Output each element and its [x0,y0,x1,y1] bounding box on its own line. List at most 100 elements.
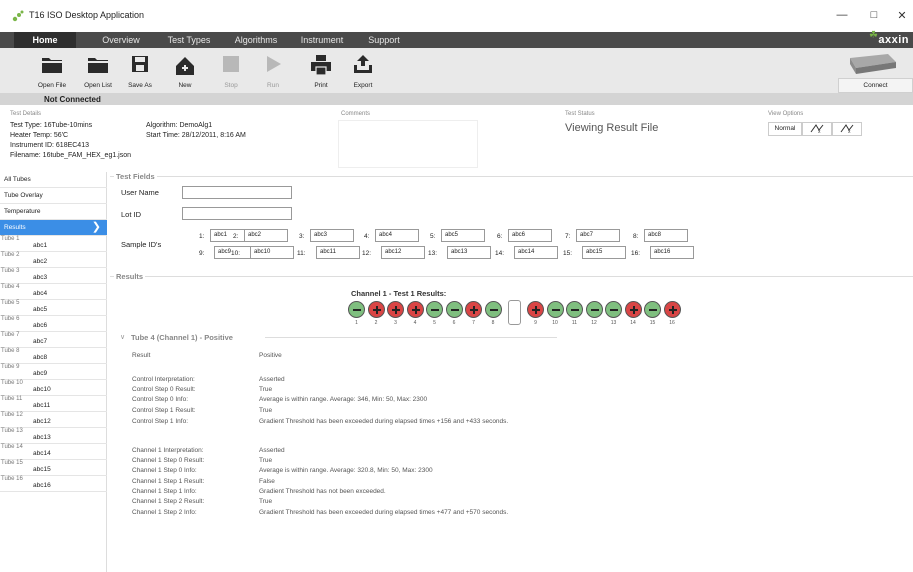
sidebar-tube-item[interactable]: Tube 16 abc16 [0,476,107,492]
print-button[interactable]: Print [309,48,333,94]
positive-tube-icon[interactable] [406,301,424,318]
negative-tube-icon[interactable] [585,301,603,318]
view-derivative-button[interactable]: x [802,122,832,136]
sample-id-number: 6: [497,233,503,240]
menu-overview[interactable]: Overview [94,32,148,48]
sample-id-input[interactable]: abc8 [644,229,688,242]
negative-tube-icon[interactable] [348,301,365,318]
sidebar-tube-item[interactable]: Tube 6 abc6 [0,316,107,332]
positive-tube-icon[interactable] [663,301,681,318]
menu-home[interactable]: Home [14,32,76,48]
sidebar-tube-item[interactable]: Tube 8 abc8 [0,348,107,364]
sidebar-tube-item[interactable]: Tube 13 abc13 [0,428,107,444]
sample-id-number: 14: [495,250,505,257]
sample-id-input[interactable]: abc13 [447,246,491,259]
negative-tube-icon[interactable] [644,301,661,318]
sidebar-tube-item[interactable]: Tube 9 abc9 [0,364,107,380]
sample-id-input[interactable]: abc5 [441,229,485,242]
menu-test-types[interactable]: Test Types [162,32,216,48]
comments-box[interactable] [338,120,478,168]
sample-id-input[interactable]: abc10 [250,246,294,259]
save-as-button[interactable]: Save As [128,48,152,94]
positive-tube-icon[interactable] [367,301,385,318]
sidebar-tube-item[interactable]: Tube 2 abc2 [0,252,107,268]
sample-id-input[interactable]: abc7 [576,229,620,242]
negative-tube-icon[interactable] [484,301,502,318]
maximize-button[interactable]: □ [863,6,885,24]
sidebar-tube-item[interactable]: Tube 10 abc10 [0,380,107,396]
export-button[interactable]: Export [351,48,375,94]
menu-instrument[interactable]: Instrument [294,32,350,48]
sidebar-item-results[interactable]: Results ❯ [0,220,107,236]
negative-tube-icon[interactable] [605,301,622,318]
sidebar-tube-item[interactable]: Tube 15 abc15 [0,460,107,476]
lot-id-input[interactable] [182,207,292,220]
sample-id-input[interactable]: abc6 [508,229,552,242]
view-second-derivative-button[interactable]: x [832,122,862,136]
tube-index-label: 1 [355,320,358,326]
sample-id-input[interactable]: abc12 [381,246,425,259]
view-options-header: View Options [768,111,804,117]
positive-tube-icon[interactable] [624,301,642,318]
close-button[interactable]: ✕ [891,6,913,24]
sample-id-input[interactable]: abc4 [375,229,419,242]
tube-sample-name: abc13 [33,434,51,441]
sidebar-item-all-tubes[interactable]: All Tubes [0,172,107,188]
sidebar-tube-item[interactable]: Tube 5 abc5 [0,300,107,316]
open-file-button[interactable]: Open File [38,48,66,94]
result-value: Average is within range. Average: 320.8,… [259,467,433,474]
sidebar-tube-item[interactable]: Tube 1 abc1 [0,236,107,252]
tube-index-label: 3 [394,320,397,326]
menu-algorithms[interactable]: Algorithms [228,32,284,48]
result-key: Channel 1 Step 0 Result: [132,457,205,464]
sample-id-number: 13: [428,250,438,257]
sample-id-input[interactable]: abc3 [310,229,354,242]
sidebar-tube-item[interactable]: Tube 12 abc12 [0,412,107,428]
result-key: Control Interpretation: [132,376,195,383]
run-button[interactable]: Run [261,48,285,94]
positive-tube-icon[interactable] [387,301,404,318]
tube-index-label: 5 [433,320,436,326]
connection-status-bar: Not Connected [0,94,913,105]
result-value: Positive [259,352,282,359]
result-value: Asserted [259,376,285,383]
stop-icon [223,56,239,72]
result-value: True [259,457,273,464]
stop-button[interactable]: Stop [219,48,243,94]
instrument-id: Instrument ID: 618EC413 [10,142,89,149]
sample-id-number: 10: [231,250,241,257]
sample-id-input[interactable]: abc11 [316,246,360,259]
negative-tube-icon[interactable] [546,301,564,318]
sidebar-item-temperature[interactable]: Temperature [0,204,107,220]
positive-tube-icon[interactable] [465,301,482,318]
sidebar-tube-item[interactable]: Tube 7 abc7 [0,332,107,348]
connect-button[interactable]: Connect [838,78,913,93]
collapse-chevron-icon[interactable]: ∨ [120,333,125,341]
sample-id-input[interactable]: abc15 [582,246,626,259]
run-label: Run [267,82,279,89]
new-test-button[interactable]: New [173,48,197,94]
tube-index-label: 13 [610,320,617,326]
sample-id-input[interactable]: abc16 [650,246,694,259]
sidebar-tube-item[interactable]: Tube 14 abc14 [0,444,107,460]
connection-status: Not Connected [44,95,101,104]
negative-tube-icon[interactable] [566,301,583,318]
view-normal-button[interactable]: Normal [768,122,802,136]
test-fields-legend: Test Fields [114,172,157,181]
negative-tube-icon[interactable] [426,301,443,318]
negative-tube-icon[interactable] [445,301,463,318]
result-value: Gradient Threshold has not been exceeded… [259,488,386,495]
sidebar-item-tube-overlay[interactable]: Tube Overlay [0,188,107,204]
user-name-input[interactable] [182,186,292,199]
open-list-button[interactable]: Open List [84,48,112,94]
sample-id-input[interactable]: abc14 [514,246,558,259]
sample-id-input[interactable]: abc2 [244,229,288,242]
positive-tube-icon[interactable] [527,301,544,318]
menu-support[interactable]: Support [362,32,406,48]
brand-name: axxin [878,34,909,46]
minimize-button[interactable]: — [831,6,853,24]
sidebar-tube-item[interactable]: Tube 11 abc11 [0,396,107,412]
sidebar-tube-item[interactable]: Tube 3 abc3 [0,268,107,284]
sidebar-tube-item[interactable]: Tube 4 abc4 [0,284,107,300]
heater-temp: Heater Temp: 56'C [10,132,69,139]
